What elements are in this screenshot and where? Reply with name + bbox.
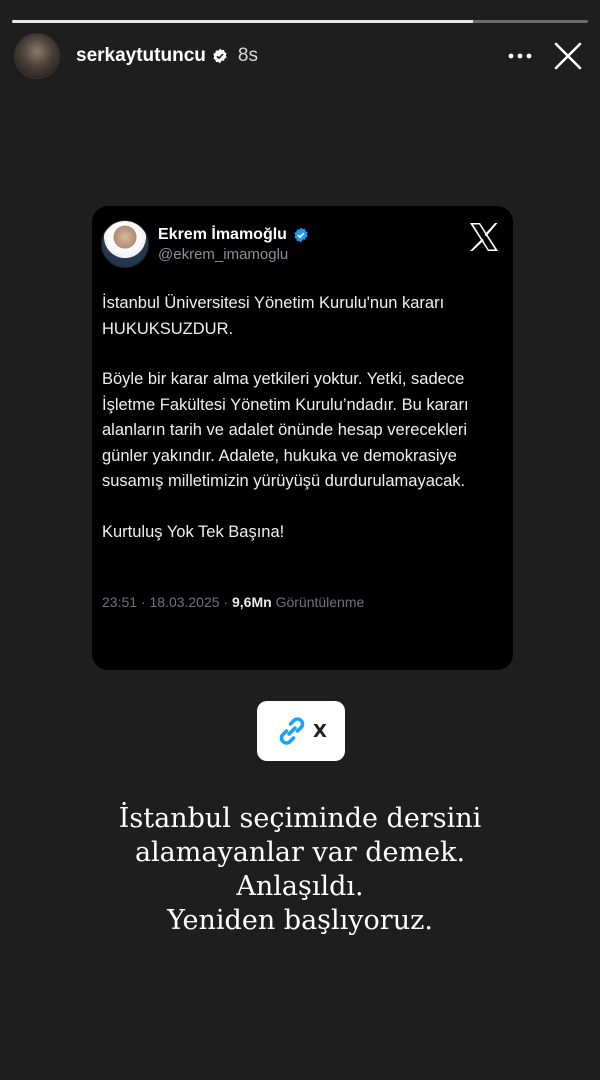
tweet-meta: 23:51 · 18.03.2025 · 9,6Mn Görüntülenme xyxy=(102,594,364,610)
username[interactable]: serkaytutuncu xyxy=(76,45,206,67)
story-caption: İstanbul seçiminde dersini alamayanlar v… xyxy=(40,802,560,938)
link-icon xyxy=(279,717,305,745)
tweet-author-avatar xyxy=(101,220,149,268)
story-time: 8s xyxy=(237,45,258,66)
tweet-views-label: Görüntülenme xyxy=(271,594,365,610)
close-button[interactable] xyxy=(548,36,588,76)
story-progress-bar xyxy=(12,20,588,23)
tweet-author-name: Ekrem İmamoğlu xyxy=(158,226,287,243)
tweet-author-name-row: Ekrem İmamoğlu xyxy=(158,226,309,244)
caption-line: alamayanlar var demek. xyxy=(134,837,466,868)
tweet-paragraph: İstanbul Üniversitesi Yönetim Kurulu'nun… xyxy=(102,294,445,338)
link-sticker[interactable]: X xyxy=(257,701,345,761)
verified-icon xyxy=(213,48,227,64)
tweet-author-handle: @ekrem_imamoglu xyxy=(158,246,289,263)
tweet-card[interactable]: Ekrem İmamoğlu @ekrem_imamoglu İstanbul … xyxy=(92,206,513,670)
tweet-paragraph: Kurtuluş Yok Tek Başına! xyxy=(102,522,285,541)
verified-icon xyxy=(294,227,308,243)
avatar[interactable] xyxy=(14,33,60,79)
more-icon xyxy=(508,53,532,59)
story-header: serkaytutuncu 8s xyxy=(14,32,588,80)
caption-line: Anlaşıldı. xyxy=(236,871,364,902)
caption-line: İstanbul seçiminde dersini xyxy=(118,803,482,834)
sticker-label: X xyxy=(313,720,327,742)
tweet-datetime: 23:51 · 18.03.2025 · xyxy=(102,594,232,610)
x-logo-icon xyxy=(470,223,498,251)
close-icon xyxy=(554,42,582,70)
tweet-views-count: 9,6Mn xyxy=(232,594,272,610)
caption-line: Yeniden başlıyoruz. xyxy=(167,905,433,936)
tweet-body: İstanbul Üniversitesi Yönetim Kurulu'nun… xyxy=(102,291,507,570)
story-progress-fill xyxy=(12,20,473,23)
more-button[interactable] xyxy=(500,36,540,76)
tweet-paragraph: Böyle bir karar alma yetkileri yoktur. Y… xyxy=(102,370,469,490)
